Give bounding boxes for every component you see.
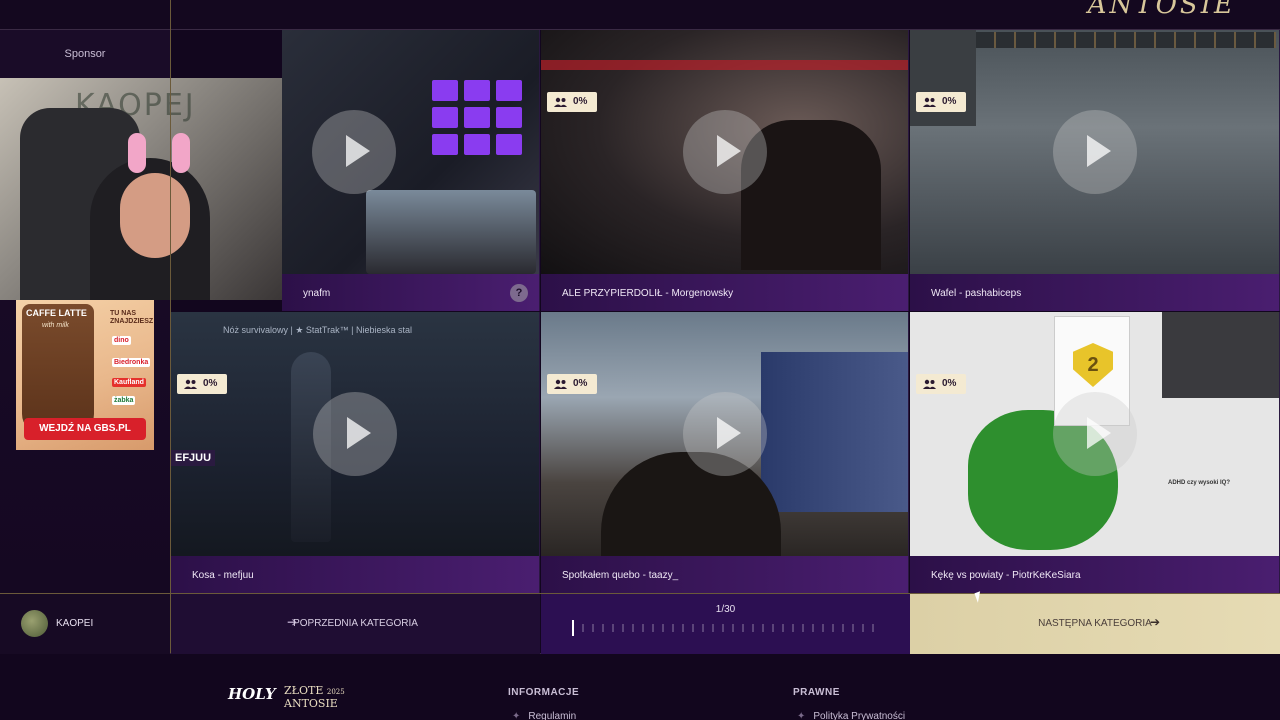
ad-product-tagline: with milk bbox=[42, 322, 69, 329]
clip-title-bar: ALE PRZYPIERDOLIŁ - Morgenowsky bbox=[541, 274, 908, 311]
clip-title-bar: ynafm ? bbox=[282, 274, 539, 311]
brand-logo: ANTOSIE bbox=[1087, 0, 1236, 20]
video-inset bbox=[366, 190, 536, 274]
footer-link-privacy[interactable]: ✦ Polityka Prywatności bbox=[797, 711, 905, 720]
users-icon bbox=[554, 379, 567, 389]
vote-percent-badge: 0% bbox=[916, 92, 966, 112]
category-nav: KAOPEI ➔ POPRZEDNIA KATEGORIA 1/30 NASTĘ… bbox=[0, 593, 1280, 654]
next-category-button[interactable]: NASTĘPNA KATEGORIA ➔ bbox=[910, 594, 1280, 654]
next-category-label: NASTĘPNA KATEGORIA bbox=[1038, 618, 1152, 629]
store-logo-biedronka: Biedronka bbox=[112, 358, 151, 367]
clip-tile[interactable]: 2 ADHD czy wysoki IQ? 0% Kękę vs powiaty… bbox=[910, 312, 1280, 593]
stage-stripe bbox=[541, 60, 908, 70]
user-profile[interactable]: KAOPEI bbox=[0, 594, 170, 654]
ui-icon-grid bbox=[432, 80, 522, 155]
streamer-tag: EFJUU bbox=[171, 450, 216, 466]
ad-promo-text: TU NAS ZNAJDZIESZ bbox=[110, 310, 154, 325]
clip-title: ynafm bbox=[303, 288, 331, 299]
item-overlay-title: Nóż survivalowy | ★ StatTrak™ | Niebiesk… bbox=[223, 325, 412, 335]
store-logo-zabka: żabka bbox=[112, 396, 136, 405]
footer-heading-legal: PRAWNE bbox=[793, 687, 840, 698]
foreground-hand bbox=[601, 452, 781, 556]
play-icon[interactable] bbox=[312, 110, 396, 194]
store-logo-kaufland: Kaufland bbox=[112, 378, 146, 387]
vote-percent-badge: 0% bbox=[177, 374, 227, 394]
clip-title: ALE PRZYPIERDOLIŁ - Morgenowsky bbox=[562, 288, 734, 299]
clip-tile[interactable]: ynafm ? bbox=[282, 30, 540, 311]
clip-title: Kękę vs powiaty - PiotrKeKeSiara bbox=[931, 570, 1081, 581]
play-icon[interactable] bbox=[682, 110, 767, 194]
streamer-webcam: KAOPEJ bbox=[0, 78, 282, 300]
vote-percent-badge: 0% bbox=[916, 374, 966, 394]
clip-tile[interactable]: 0% ALE PRZYPIERDOLIŁ - Morgenowsky bbox=[541, 30, 909, 311]
scoreboard-strip bbox=[976, 32, 1276, 48]
divider-line bbox=[170, 0, 171, 654]
footer-link-privacy-label: Polityka Prywatności bbox=[813, 711, 906, 720]
bullet-icon: ✦ bbox=[512, 711, 521, 720]
footer-logo-title: ZŁOTE 2025 ANTOSIE bbox=[284, 685, 345, 710]
rank-badge: 2 bbox=[1073, 343, 1113, 387]
play-icon[interactable] bbox=[1052, 110, 1137, 194]
vote-percent-badge: 0% bbox=[547, 374, 597, 394]
username: KAOPEI bbox=[56, 618, 94, 629]
clip-title: Spotkałem quebo - taazy_ bbox=[562, 570, 679, 581]
quiz-title: ADHD czy wysoki IQ? bbox=[1168, 480, 1231, 486]
ad-cta-button[interactable]: WEJDŹ NA GBS.PL bbox=[24, 418, 146, 440]
store-logo-dino: dino bbox=[112, 336, 131, 345]
clip-tile[interactable]: 0% Wafel - pashabiceps bbox=[910, 30, 1280, 311]
footer-link-terms[interactable]: ✦ Regulamin bbox=[512, 711, 576, 720]
top-bar: ANTOSIE bbox=[0, 0, 1280, 30]
bunny-ear-right bbox=[172, 133, 190, 173]
streamer-face bbox=[120, 173, 190, 258]
vote-percent-badge: 0% bbox=[547, 92, 597, 112]
footer-logo-word1: ZŁOTE bbox=[284, 684, 324, 697]
clip-title-bar: Kękę vs powiaty - PiotrKeKeSiara bbox=[910, 556, 1279, 593]
ad-product-name: CAFFE LATTE bbox=[26, 308, 87, 318]
page-counter: 1/30 bbox=[715, 604, 736, 615]
bunny-ear-left bbox=[128, 133, 146, 173]
footer: HOLY ZŁOTE 2025 ANTOSIE INFORMACJE ✦ Regu… bbox=[0, 655, 1280, 720]
play-icon[interactable] bbox=[313, 392, 397, 476]
vote-percent: 0% bbox=[573, 96, 588, 107]
footer-heading-info: INFORMACJE bbox=[508, 687, 580, 698]
users-icon bbox=[184, 379, 197, 389]
clip-tile[interactable]: 0% Spotkałem quebo - taazy_ bbox=[541, 312, 909, 593]
users-icon bbox=[923, 97, 936, 107]
category-pager[interactable]: 1/30 bbox=[541, 594, 910, 654]
vote-percent: 0% bbox=[942, 378, 957, 389]
footer-link-terms-label: Regulamin bbox=[528, 711, 577, 720]
footer-logo[interactable]: HOLY bbox=[228, 685, 276, 703]
clip-title-bar: Wafel - pashabiceps bbox=[910, 274, 1279, 311]
vote-percent: 0% bbox=[203, 378, 218, 389]
help-icon[interactable]: ? bbox=[510, 284, 528, 302]
users-icon bbox=[923, 379, 936, 389]
webcam-inset bbox=[1162, 312, 1279, 398]
clip-title-bar: Kosa - mefjuu bbox=[171, 556, 539, 593]
station-wall bbox=[761, 352, 908, 512]
pager-track[interactable] bbox=[571, 618, 881, 638]
sponsor-ad[interactable]: CAFFE LATTE with milk TU NAS ZNAJDZIESZ … bbox=[16, 300, 154, 450]
clip-title: Kosa - mefjuu bbox=[192, 570, 254, 581]
play-icon[interactable] bbox=[1052, 392, 1137, 476]
vote-percent: 0% bbox=[942, 96, 957, 107]
footer-logo-line2: ANTOSIE bbox=[284, 697, 338, 710]
users-icon bbox=[554, 97, 567, 107]
avatar bbox=[21, 610, 48, 637]
clip-title: Wafel - pashabiceps bbox=[931, 288, 1022, 299]
sponsor-label: Sponsor bbox=[64, 48, 106, 60]
footer-logo-year: 2025 bbox=[326, 688, 345, 696]
previous-category-button[interactable]: ➔ POPRZEDNIA KATEGORIA bbox=[171, 594, 540, 654]
clip-tile[interactable]: Nóż survivalowy | ★ StatTrak™ | Niebiesk… bbox=[171, 312, 540, 593]
vote-percent: 0% bbox=[573, 378, 588, 389]
bullet-icon: ✦ bbox=[797, 711, 806, 720]
play-icon[interactable] bbox=[682, 392, 767, 476]
clip-title-bar: Spotkałem quebo - taazy_ bbox=[541, 556, 908, 593]
previous-category-label: POPRZEDNIA KATEGORIA bbox=[293, 618, 418, 629]
arrow-right-icon: ➔ bbox=[1150, 615, 1161, 629]
